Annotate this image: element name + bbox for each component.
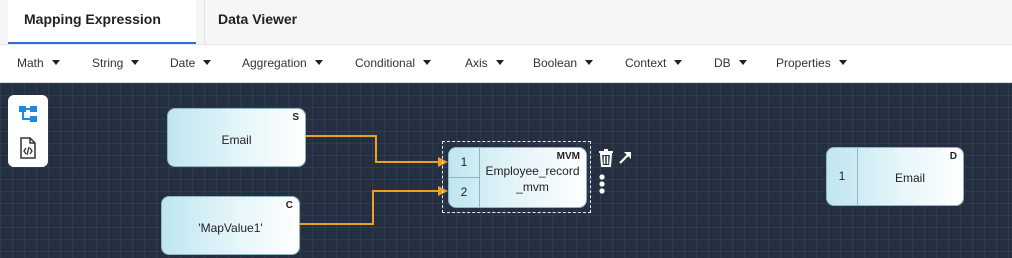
caret-down-icon xyxy=(738,60,747,65)
menu-math[interactable]: Math xyxy=(17,56,60,70)
mapping-canvas[interactable]: S Email C 'MapValue1' 1 2 MVM Employee_r… xyxy=(0,83,1012,258)
caret-down-icon xyxy=(495,60,504,65)
input-port-2[interactable]: 2 xyxy=(449,185,479,199)
wire-mapvalue-to-mvm[interactable] xyxy=(300,186,448,225)
menu-axis[interactable]: Axis xyxy=(465,56,504,70)
node-options-button[interactable] xyxy=(598,174,606,199)
caret-down-icon xyxy=(423,60,432,65)
menu-boolean-label: Boolean xyxy=(533,56,578,70)
code-view-button[interactable] xyxy=(12,133,44,163)
input-ports: 1 2 xyxy=(449,148,480,207)
menu-context[interactable]: Context xyxy=(625,56,683,70)
delete-node-button[interactable] xyxy=(598,149,614,172)
menu-aggregation[interactable]: Aggregation xyxy=(242,56,323,70)
caret-down-icon xyxy=(203,60,212,65)
constant-badge: C xyxy=(285,200,293,211)
tab-divider xyxy=(204,0,205,44)
function-node-label: Employee_record _mvm xyxy=(479,163,586,195)
source-badge: S xyxy=(292,112,299,123)
function-node-mvm[interactable]: 1 2 MVM Employee_record _mvm xyxy=(448,147,587,208)
menu-properties-label: Properties xyxy=(776,56,831,70)
constant-node-label: 'MapValue1' xyxy=(198,221,263,235)
mvm-badge: MVM xyxy=(556,151,580,162)
function-node-label-line1: Employee_record xyxy=(485,164,580,178)
hierarchy-tree-icon xyxy=(19,106,37,122)
tab-bar: Mapping Expression Data Viewer xyxy=(0,0,1012,45)
source-node-label: Email xyxy=(221,133,252,147)
destination-badge: D xyxy=(949,151,957,162)
more-vertical-icon xyxy=(599,174,605,194)
expand-arrow-icon xyxy=(619,152,631,164)
destination-node-email[interactable]: 1 D Email xyxy=(826,147,964,206)
function-toolbar: Math String Date Aggregation Conditional… xyxy=(0,45,1012,83)
side-tool-panel xyxy=(8,95,48,167)
tab-data-viewer[interactable]: Data Viewer xyxy=(218,0,338,44)
expand-node-button[interactable] xyxy=(618,150,633,170)
menu-conditional-label: Conditional xyxy=(355,56,416,70)
caret-down-icon xyxy=(838,60,847,65)
menu-db-label: DB xyxy=(714,56,731,70)
menu-context-label: Context xyxy=(625,56,667,70)
constant-node-mapvalue[interactable]: C 'MapValue1' xyxy=(161,196,300,255)
menu-date-label: Date xyxy=(170,56,196,70)
menu-boolean[interactable]: Boolean xyxy=(533,56,594,70)
menu-conditional[interactable]: Conditional xyxy=(355,56,432,70)
wire-email-to-mvm[interactable] xyxy=(306,135,448,167)
input-port-1[interactable]: 1 xyxy=(449,155,479,169)
menu-string-label: String xyxy=(92,56,124,70)
source-node-email[interactable]: S Email xyxy=(167,108,306,167)
function-node-label-line2: _mvm xyxy=(516,180,549,194)
menu-math-label: Math xyxy=(17,56,44,70)
caret-down-icon xyxy=(131,60,140,65)
menu-date[interactable]: Date xyxy=(170,56,212,70)
menu-db[interactable]: DB xyxy=(714,56,747,70)
code-file-icon xyxy=(20,137,36,159)
caret-down-icon xyxy=(51,60,60,65)
destination-node-label: Email xyxy=(894,171,925,185)
tab-mapping-expression[interactable]: Mapping Expression xyxy=(8,0,196,44)
trash-icon xyxy=(599,149,613,167)
caret-down-icon xyxy=(314,60,323,65)
caret-down-icon xyxy=(674,60,683,65)
port-divider xyxy=(449,177,479,178)
menu-aggregation-label: Aggregation xyxy=(242,56,307,70)
tree-view-button[interactable] xyxy=(12,99,44,129)
menu-axis-label: Axis xyxy=(465,56,488,70)
menu-string[interactable]: String xyxy=(92,56,140,70)
caret-down-icon xyxy=(585,60,594,65)
destination-input-port[interactable]: 1 xyxy=(827,148,858,205)
menu-properties[interactable]: Properties xyxy=(776,56,847,70)
